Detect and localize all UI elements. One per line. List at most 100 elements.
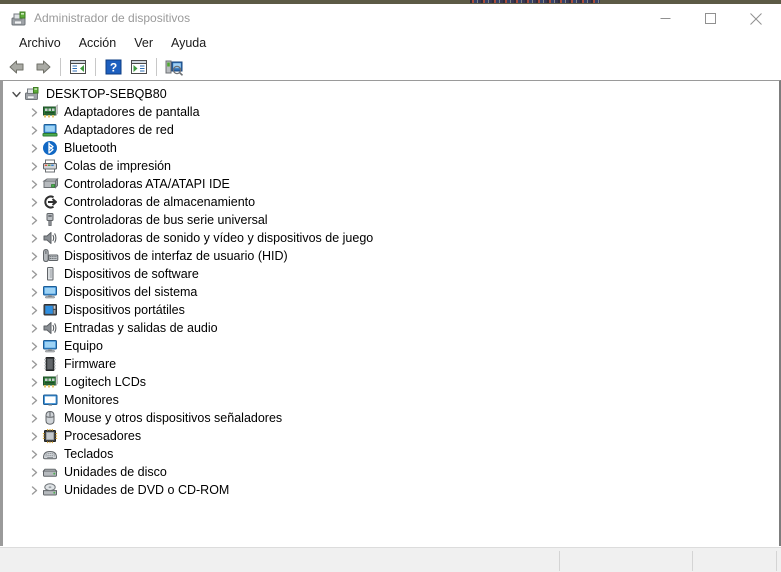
close-button[interactable]	[733, 4, 778, 33]
menu-item-archivo[interactable]: Archivo	[10, 34, 70, 54]
storage-controller-icon	[42, 194, 59, 210]
menu-item-ver[interactable]: Ver	[125, 34, 162, 54]
tree-item-colas-de-impresion[interactable]: Colas de impresión	[3, 157, 779, 175]
processor-chip-icon	[42, 428, 59, 444]
tree-item-label: Dispositivos portátiles	[64, 303, 185, 317]
chevron-right-icon[interactable]	[26, 338, 42, 354]
device-tree: DESKTOP-SEBQB80 Adaptadores de pantalla …	[3, 81, 779, 499]
chevron-right-icon[interactable]	[26, 158, 42, 174]
software-device-icon	[42, 266, 59, 282]
tree-item-label: Logitech LCDs	[64, 375, 146, 389]
chevron-right-icon[interactable]	[26, 104, 42, 120]
status-separator-3	[776, 551, 777, 571]
tree-item-teclados[interactable]: Teclados	[3, 445, 779, 463]
usb-controller-icon	[42, 212, 59, 228]
tree-item-mouse-y-otros-dispositivos-senaladores[interactable]: Mouse y otros dispositivos señaladores	[3, 409, 779, 427]
tree-item-logitech-lcds[interactable]: Logitech LCDs	[3, 373, 779, 391]
tree-item-label: Bluetooth	[64, 141, 117, 155]
tree-item-label: Controladoras de sonido y vídeo y dispos…	[64, 231, 374, 245]
tree-item-entradas-y-salidas-de-audio[interactable]: Entradas y salidas de audio	[3, 319, 779, 337]
maximize-button[interactable]	[688, 4, 733, 33]
tree-item-firmware[interactable]: Firmware	[3, 355, 779, 373]
window-title: Administrador de dispositivos	[34, 11, 191, 25]
title-bar: Administrador de dispositivos	[0, 4, 781, 33]
help-button[interactable]: ?	[101, 56, 125, 78]
tree-item-label: Unidades de DVD o CD-ROM	[64, 483, 230, 497]
tree-item-unidades-de-dvd-o-cd-rom[interactable]: Unidades de DVD o CD-ROM	[3, 481, 779, 499]
tree-item-label: Controladoras ATA/ATAPI IDE	[64, 177, 230, 191]
chevron-right-icon[interactable]	[26, 248, 42, 264]
tree-item-dispositivos-portatiles[interactable]: Dispositivos portátiles	[3, 301, 779, 319]
tree-item-label: Dispositivos del sistema	[64, 285, 198, 299]
tree-item-label: Adaptadores de pantalla	[64, 105, 200, 119]
chevron-right-icon[interactable]	[26, 410, 42, 426]
toolbar-separator-1	[60, 58, 61, 76]
chevron-right-icon[interactable]	[26, 356, 42, 372]
show-hide-console-tree-button[interactable]	[66, 56, 90, 78]
toolbar: ?	[0, 54, 781, 80]
chevron-right-icon[interactable]	[26, 284, 42, 300]
tree-item-label: Entradas y salidas de audio	[64, 321, 218, 335]
disk-drive-icon	[42, 464, 59, 480]
chevron-right-icon[interactable]	[26, 140, 42, 156]
chevron-right-icon[interactable]	[26, 302, 42, 318]
tree-item-bluetooth[interactable]: Bluetooth	[3, 139, 779, 157]
status-separator-2	[692, 551, 693, 571]
chevron-right-icon[interactable]	[26, 482, 42, 498]
tree-item-procesadores[interactable]: Procesadores	[3, 427, 779, 445]
tree-item-adaptadores-de-pantalla[interactable]: Adaptadores de pantalla	[3, 103, 779, 121]
tree-item-controladoras-de-bus-serie-universal[interactable]: Controladoras de bus serie universal	[3, 211, 779, 229]
tree-root-row[interactable]: DESKTOP-SEBQB80	[3, 85, 779, 103]
chevron-right-icon[interactable]	[26, 446, 42, 462]
minimize-button[interactable]	[643, 4, 688, 33]
sound-device-icon	[42, 230, 59, 246]
tree-item-controladoras-de-almacenamiento[interactable]: Controladoras de almacenamiento	[3, 193, 779, 211]
tree-item-adaptadores-de-red[interactable]: Adaptadores de red	[3, 121, 779, 139]
device-tree-panel[interactable]: DESKTOP-SEBQB80 Adaptadores de pantalla …	[0, 80, 781, 546]
status-separator-1	[559, 551, 560, 571]
menu-item-ayuda[interactable]: Ayuda	[162, 34, 215, 54]
back-button[interactable]	[5, 56, 29, 78]
scan-hardware-changes-button[interactable]	[162, 56, 186, 78]
display-adapter-icon	[42, 374, 59, 390]
tree-item-label: Colas de impresión	[64, 159, 171, 173]
forward-button[interactable]	[31, 56, 55, 78]
network-adapter-icon	[42, 122, 59, 138]
chevron-right-icon[interactable]	[26, 212, 42, 228]
tree-item-controladoras-ata-atapi-ide[interactable]: Controladoras ATA/ATAPI IDE	[3, 175, 779, 193]
tree-item-label: Procesadores	[64, 429, 142, 443]
chevron-right-icon[interactable]	[26, 320, 42, 336]
tree-item-unidades-de-disco[interactable]: Unidades de disco	[3, 463, 779, 481]
tree-item-dispositivos-de-interfaz-de-usuario-hid[interactable]: Dispositivos de interfaz de usuario (HID…	[3, 247, 779, 265]
tree-item-label: Dispositivos de software	[64, 267, 199, 281]
chevron-right-icon[interactable]	[26, 230, 42, 246]
toolbar-separator-2	[95, 58, 96, 76]
tree-item-equipo[interactable]: Equipo	[3, 337, 779, 355]
properties-button[interactable]	[127, 56, 151, 78]
chevron-right-icon[interactable]	[26, 428, 42, 444]
device-manager-icon	[10, 10, 28, 28]
tree-item-monitores[interactable]: Monitores	[3, 391, 779, 409]
system-device-icon	[42, 284, 59, 300]
tree-item-dispositivos-del-sistema[interactable]: Dispositivos del sistema	[3, 283, 779, 301]
chevron-right-icon[interactable]	[26, 122, 42, 138]
chevron-down-icon[interactable]	[8, 86, 24, 102]
menu-bar: Archivo Acción Ver Ayuda	[0, 33, 781, 54]
chevron-right-icon[interactable]	[26, 374, 42, 390]
computer-root-icon	[24, 86, 41, 102]
tree-item-controladoras-de-sonido-y-video[interactable]: Controladoras de sonido y vídeo y dispos…	[3, 229, 779, 247]
tree-item-label: Adaptadores de red	[64, 123, 174, 137]
hid-device-icon	[42, 248, 59, 264]
tree-root-label: DESKTOP-SEBQB80	[46, 87, 167, 101]
chevron-right-icon[interactable]	[26, 464, 42, 480]
tree-item-label: Dispositivos de interfaz de usuario (HID…	[64, 249, 288, 263]
chevron-right-icon[interactable]	[26, 176, 42, 192]
tree-item-dispositivos-de-software[interactable]: Dispositivos de software	[3, 265, 779, 283]
chevron-right-icon[interactable]	[26, 194, 42, 210]
chevron-right-icon[interactable]	[26, 266, 42, 282]
firmware-chip-icon	[42, 356, 59, 372]
menu-item-accion[interactable]: Acción	[70, 34, 126, 54]
mouse-icon	[42, 410, 59, 426]
tree-item-label: Firmware	[64, 357, 117, 371]
chevron-right-icon[interactable]	[26, 392, 42, 408]
